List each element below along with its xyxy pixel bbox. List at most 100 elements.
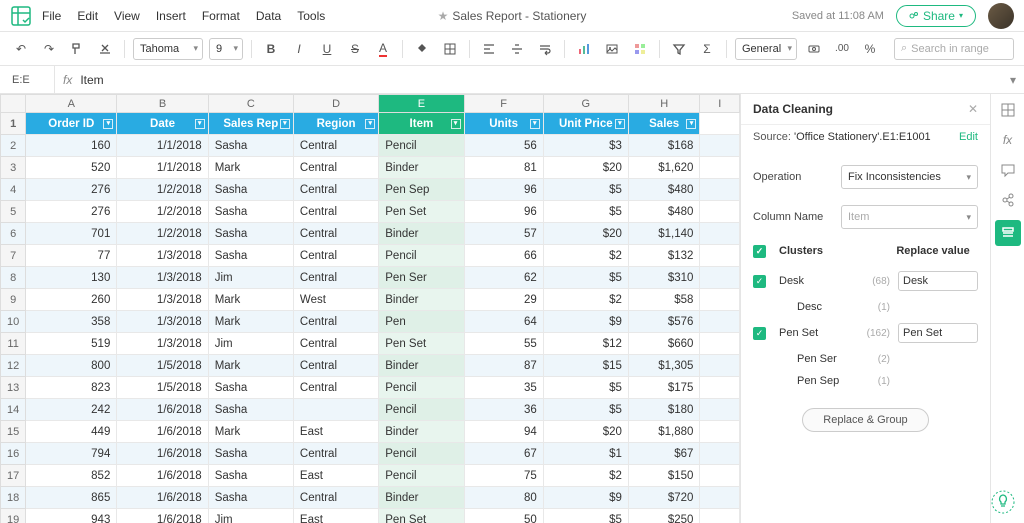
row-header[interactable]: 10 bbox=[1, 311, 26, 333]
header-item[interactable]: Item▾ bbox=[379, 113, 464, 135]
menu-tools[interactable]: Tools bbox=[297, 9, 325, 23]
cell[interactable]: $1 bbox=[543, 443, 628, 465]
cell[interactable]: $9 bbox=[543, 487, 628, 509]
row-header[interactable]: 8 bbox=[1, 267, 26, 289]
cell[interactable]: $480 bbox=[628, 179, 700, 201]
cell[interactable]: 242 bbox=[26, 399, 117, 421]
font-family-select[interactable]: Tahoma bbox=[133, 38, 203, 60]
cell[interactable]: $1,140 bbox=[628, 223, 700, 245]
cell[interactable]: 77 bbox=[26, 245, 117, 267]
row-header[interactable]: 15 bbox=[1, 421, 26, 443]
share-button[interactable]: Share ▾ bbox=[896, 5, 976, 27]
app-logo-icon[interactable] bbox=[10, 5, 32, 27]
percent-icon[interactable]: % bbox=[859, 38, 881, 60]
replace-value-input[interactable]: Desk bbox=[898, 271, 978, 291]
row-header[interactable]: 18 bbox=[1, 487, 26, 509]
fill-color-icon[interactable] bbox=[411, 38, 433, 60]
cell[interactable]: 96 bbox=[464, 179, 543, 201]
row-header[interactable]: 4 bbox=[1, 179, 26, 201]
cell[interactable]: 1/6/2018 bbox=[117, 399, 208, 421]
cell[interactable]: 1/3/2018 bbox=[117, 245, 208, 267]
cell[interactable]: 1/1/2018 bbox=[117, 157, 208, 179]
cell[interactable]: $175 bbox=[628, 377, 700, 399]
currency-icon[interactable] bbox=[803, 38, 825, 60]
cell[interactable]: Pen Ser bbox=[379, 267, 464, 289]
halign-icon[interactable] bbox=[478, 38, 500, 60]
cell[interactable]: East bbox=[293, 465, 378, 487]
cell[interactable]: East bbox=[293, 509, 378, 523]
text-color-icon[interactable]: A bbox=[372, 38, 394, 60]
cell[interactable]: Binder bbox=[379, 289, 464, 311]
cell[interactable]: 36 bbox=[464, 399, 543, 421]
cell[interactable]: $576 bbox=[628, 311, 700, 333]
header-sales[interactable]: Sales▾ bbox=[628, 113, 700, 135]
cell[interactable]: 800 bbox=[26, 355, 117, 377]
cell[interactable]: 29 bbox=[464, 289, 543, 311]
cell[interactable]: $2 bbox=[543, 289, 628, 311]
cell[interactable]: $132 bbox=[628, 245, 700, 267]
cell[interactable]: $20 bbox=[543, 157, 628, 179]
underline-icon[interactable]: U bbox=[316, 38, 338, 60]
cell[interactable]: Pen Set bbox=[379, 509, 464, 523]
cell[interactable]: 56 bbox=[464, 135, 543, 157]
cell[interactable]: 1/3/2018 bbox=[117, 311, 208, 333]
cell[interactable]: 823 bbox=[26, 377, 117, 399]
cluster-checkbox[interactable]: ✓ bbox=[753, 327, 766, 340]
cell[interactable]: $2 bbox=[543, 465, 628, 487]
cell[interactable]: Sasha bbox=[208, 377, 293, 399]
menu-data[interactable]: Data bbox=[256, 9, 281, 23]
cell[interactable]: 1/6/2018 bbox=[117, 465, 208, 487]
cell[interactable]: Central bbox=[293, 355, 378, 377]
format-painter-icon[interactable] bbox=[66, 38, 88, 60]
cell[interactable]: Central bbox=[293, 333, 378, 355]
col-header-B[interactable]: B bbox=[117, 95, 208, 113]
cell[interactable]: Sasha bbox=[208, 443, 293, 465]
cell[interactable]: 519 bbox=[26, 333, 117, 355]
row-header[interactable]: 6 bbox=[1, 223, 26, 245]
cell[interactable]: 81 bbox=[464, 157, 543, 179]
row-header[interactable]: 2 bbox=[1, 135, 26, 157]
cell[interactable]: Central bbox=[293, 223, 378, 245]
italic-icon[interactable]: I bbox=[288, 38, 310, 60]
col-header-H[interactable]: H bbox=[628, 95, 700, 113]
cell[interactable]: Central bbox=[293, 443, 378, 465]
cell[interactable]: Jim bbox=[208, 333, 293, 355]
cell[interactable]: 160 bbox=[26, 135, 117, 157]
cell[interactable]: 1/6/2018 bbox=[117, 443, 208, 465]
cell[interactable]: 1/3/2018 bbox=[117, 289, 208, 311]
col-header-C[interactable]: C bbox=[208, 95, 293, 113]
cell[interactable]: $480 bbox=[628, 201, 700, 223]
operation-select[interactable]: Fix Inconsistencies bbox=[841, 165, 978, 189]
grid-tool-icon[interactable] bbox=[998, 100, 1018, 120]
chart-icon[interactable] bbox=[573, 38, 595, 60]
cell[interactable]: 520 bbox=[26, 157, 117, 179]
data-cleaning-tool-icon[interactable] bbox=[995, 220, 1021, 246]
cell[interactable]: 1/6/2018 bbox=[117, 487, 208, 509]
font-size-select[interactable]: 9 bbox=[209, 38, 243, 60]
menu-file[interactable]: File bbox=[42, 9, 61, 23]
cell[interactable]: Central bbox=[293, 377, 378, 399]
cell[interactable]: 62 bbox=[464, 267, 543, 289]
share-tool-icon[interactable] bbox=[998, 190, 1018, 210]
cell[interactable]: 276 bbox=[26, 201, 117, 223]
user-avatar[interactable] bbox=[988, 3, 1014, 29]
row-header[interactable]: 13 bbox=[1, 377, 26, 399]
header-sales-rep[interactable]: Sales Rep▾ bbox=[208, 113, 293, 135]
cell[interactable]: $12 bbox=[543, 333, 628, 355]
valign-icon[interactable] bbox=[506, 38, 528, 60]
cell[interactable]: $1,880 bbox=[628, 421, 700, 443]
cell[interactable]: 1/2/2018 bbox=[117, 201, 208, 223]
strike-icon[interactable]: S bbox=[344, 38, 366, 60]
cell[interactable]: 449 bbox=[26, 421, 117, 443]
cell[interactable]: 1/6/2018 bbox=[117, 509, 208, 523]
cell[interactable]: $5 bbox=[543, 201, 628, 223]
comment-tool-icon[interactable] bbox=[998, 160, 1018, 180]
menu-insert[interactable]: Insert bbox=[156, 9, 186, 23]
row-header[interactable]: 12 bbox=[1, 355, 26, 377]
cell[interactable]: Mark bbox=[208, 289, 293, 311]
row-header[interactable]: 3 bbox=[1, 157, 26, 179]
cell[interactable]: 1/3/2018 bbox=[117, 333, 208, 355]
cell[interactable]: 55 bbox=[464, 333, 543, 355]
filter-icon[interactable] bbox=[668, 38, 690, 60]
redo-icon[interactable]: ↷ bbox=[38, 38, 60, 60]
